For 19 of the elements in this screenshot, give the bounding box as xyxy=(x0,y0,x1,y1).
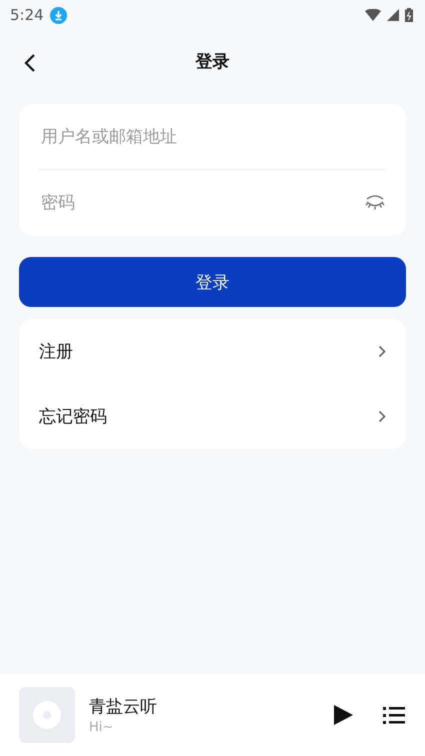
menu-item-label[interactable]: 忘记密码 xyxy=(39,405,378,428)
wifi-icon xyxy=(365,9,381,21)
username-field[interactable]: 用户名或邮箱地址 xyxy=(39,126,386,148)
back-icon[interactable] xyxy=(24,53,36,73)
chevron-right-icon xyxy=(378,410,386,423)
playlist-icon[interactable] xyxy=(383,706,405,724)
battery-icon xyxy=(405,8,413,22)
menu-item-label[interactable]: 注册 xyxy=(39,340,378,363)
page-title: 登录 xyxy=(196,50,230,72)
signal-icon xyxy=(387,9,399,21)
password-field[interactable]: 密码 xyxy=(39,192,364,214)
track-subtitle: Hi~ xyxy=(89,720,114,735)
play-icon[interactable] xyxy=(333,704,353,726)
download-icon xyxy=(50,6,67,24)
status-time: 5:24 xyxy=(10,6,44,24)
eye-closed-icon[interactable] xyxy=(364,195,386,211)
chevron-right-icon xyxy=(378,345,386,358)
login-button[interactable]: 登录 xyxy=(19,257,406,307)
track-title: 青盐云听 xyxy=(89,696,158,718)
